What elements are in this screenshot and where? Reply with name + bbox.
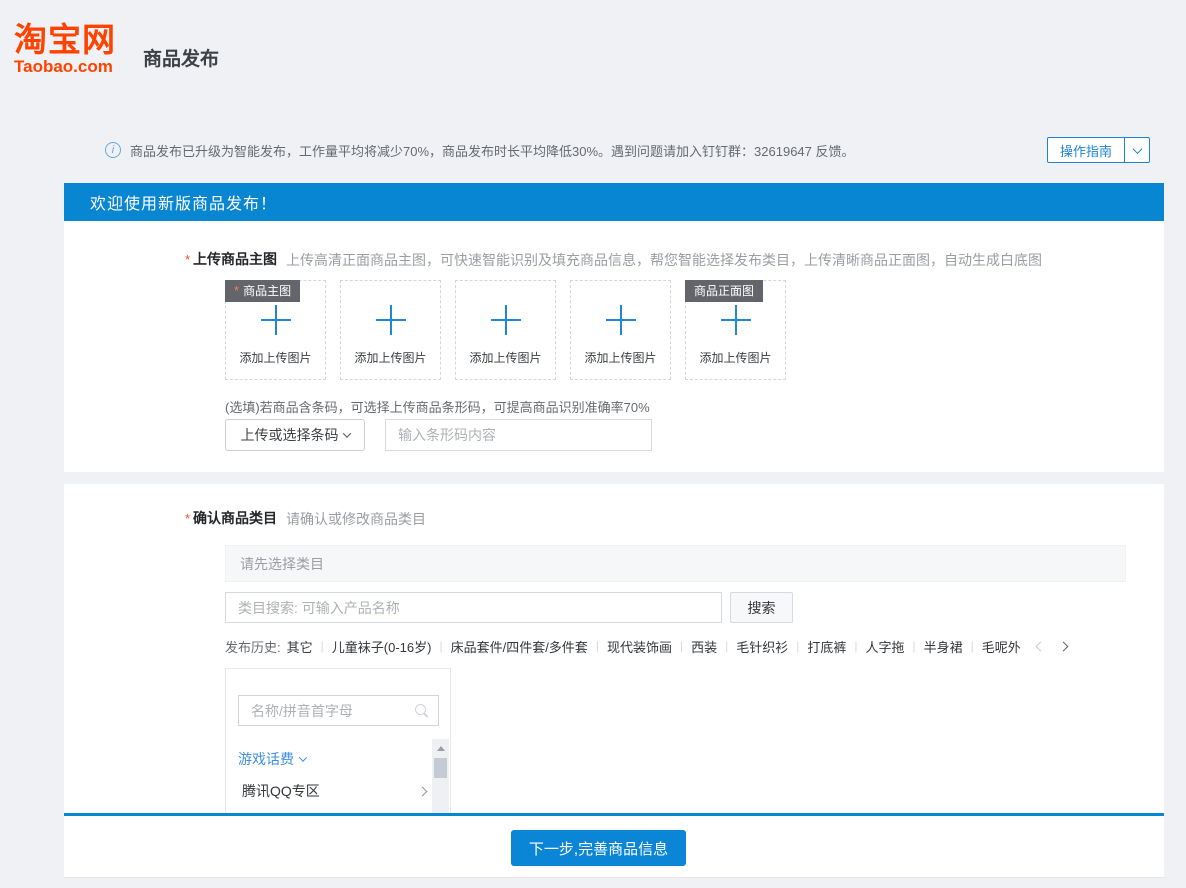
chevron-down-icon (342, 429, 350, 437)
upload-slot-2[interactable]: 添加上传图片 (340, 280, 441, 380)
triangle-up-icon (437, 746, 445, 751)
upload-slot-3[interactable]: 添加上传图片 (455, 280, 556, 380)
guide-button-label[interactable]: 操作指南 (1048, 138, 1124, 162)
barcode-input[interactable] (385, 419, 652, 451)
barcode-select-button[interactable]: 上传或选择条码 (225, 419, 365, 451)
chevron-left-icon[interactable] (1035, 641, 1045, 651)
category-search-button[interactable]: 搜索 (730, 592, 793, 623)
front-image-tag: 商品正面图 (685, 280, 763, 302)
category-group-game[interactable]: 游戏话费 (238, 749, 306, 769)
add-image-label: 添加上传图片 (354, 349, 426, 366)
plus-icon (261, 305, 291, 335)
upload-section-label: 上传商品主图 (193, 251, 277, 267)
picker-filter-box (238, 695, 439, 726)
history-item[interactable]: 床品套件/四件套/多件套 (451, 637, 588, 656)
chevron-down-icon (299, 753, 307, 761)
product-publish-page: 淘宝网 Taobao.com 商品发布 i 商品发布已升级为智能发布，工作量平均… (0, 0, 1186, 888)
publish-history: 发布历史: 其它 | 儿童袜子(0-16岁) | 床品套件/四件套/多件套 | 现代装… (225, 636, 1067, 656)
upload-section-label-wrap: *上传商品主图 (64, 249, 277, 269)
guide-button[interactable]: 操作指南 (1047, 137, 1150, 163)
info-icon: i (105, 142, 121, 158)
required-asterisk: * (185, 511, 190, 526)
history-separator: | (913, 639, 916, 653)
upload-main-image-section: *上传商品主图 上传高清正面商品主图，可快速智能识别及填充商品信息，帮您智能选择… (64, 221, 1164, 472)
add-image-label: 添加上传图片 (699, 349, 771, 366)
history-separator: | (971, 639, 974, 653)
upload-slot-main[interactable]: * 商品主图 添加上传图片 (225, 280, 326, 380)
footer-bar: 下一步,完善商品信息 (64, 813, 1164, 878)
plus-icon (491, 305, 521, 335)
category-search-input[interactable] (225, 592, 722, 623)
history-separator: | (854, 639, 857, 653)
add-image-label: 添加上传图片 (469, 349, 541, 366)
history-item[interactable]: 毛呢外 (982, 637, 1021, 656)
required-asterisk: * (234, 280, 239, 302)
chevron-down-icon (1132, 144, 1142, 154)
category-group-label: 游戏话费 (238, 749, 294, 769)
picker-filter-input[interactable] (251, 703, 414, 719)
history-item[interactable]: 其它 (287, 637, 313, 656)
history-separator: | (725, 639, 728, 653)
add-image-label: 添加上传图片 (239, 349, 311, 366)
category-search-row: 搜索 (225, 592, 793, 623)
history-item[interactable]: 儿童袜子(0-16岁) (332, 637, 432, 656)
history-separator: | (439, 639, 442, 653)
upload-slot-list: * 商品主图 添加上传图片 添加上传图片 添加上传图片 添加上传图片 商品正 (225, 280, 800, 380)
barcode-row: 上传或选择条码 (225, 419, 652, 451)
chevron-right-icon (418, 786, 428, 796)
welcome-banner: 欢迎使用新版商品发布！ (64, 183, 1164, 221)
history-separator: | (796, 639, 799, 653)
upload-slot-front[interactable]: 商品正面图 添加上传图片 (685, 280, 786, 380)
notice-text: 商品发布已升级为智能发布，工作量平均将减少70%，商品发布时长平均降低30%。遇… (130, 141, 855, 160)
history-item[interactable]: 人字拖 (866, 637, 905, 656)
taobao-logo[interactable]: 淘宝网 Taobao.com (14, 22, 144, 76)
notice-bar: i 商品发布已升级为智能发布，工作量平均将减少70%，商品发布时长平均降低30%… (64, 133, 1164, 167)
plus-icon (721, 305, 751, 335)
search-icon (414, 703, 430, 719)
upload-section-description: 上传高清正面商品主图，可快速智能识别及填充商品信息，帮您智能选择发布类目，上传清… (286, 250, 1042, 270)
front-image-tag-label: 商品正面图 (694, 280, 754, 302)
add-image-label: 添加上传图片 (584, 349, 656, 366)
scroll-thumb[interactable] (434, 758, 447, 778)
plus-icon (606, 305, 636, 335)
next-step-button[interactable]: 下一步,完善商品信息 (511, 830, 686, 866)
barcode-note: (选填)若商品含条码，可选择上传商品条形码，可提高商品识别准确率70% (225, 397, 650, 416)
category-section-label: 确认商品类目 (193, 510, 277, 526)
required-asterisk: * (185, 252, 190, 267)
history-item[interactable]: 现代装饰画 (607, 637, 672, 656)
plus-icon (376, 305, 406, 335)
category-section-description: 请确认或修改商品类目 (286, 509, 426, 529)
category-item-label: 腾讯QQ专区 (242, 781, 320, 801)
upload-slot-4[interactable]: 添加上传图片 (570, 280, 671, 380)
history-nav (1037, 643, 1067, 650)
publish-history-label: 发布历史: (225, 637, 281, 656)
history-item[interactable]: 半身裙 (924, 637, 963, 656)
category-section-label-wrap: *确认商品类目 (64, 508, 277, 528)
history-separator: | (680, 639, 683, 653)
scroll-up-button[interactable] (432, 739, 449, 757)
main-image-tag-label: 商品主图 (243, 280, 291, 302)
history-item[interactable]: 西装 (691, 637, 717, 656)
taobao-logo-cn: 淘宝网 (14, 22, 144, 58)
main-image-tag: * 商品主图 (225, 280, 300, 302)
history-item[interactable]: 打底裤 (807, 637, 846, 656)
taobao-logo-en: Taobao.com (14, 58, 144, 76)
selected-category-input[interactable] (225, 545, 1126, 582)
history-item[interactable]: 毛针织衫 (736, 637, 788, 656)
barcode-select-button-label: 上传或选择条码 (241, 425, 339, 445)
history-separator: | (596, 639, 599, 653)
category-item-qq[interactable]: 腾讯QQ专区 (242, 781, 426, 801)
history-separator: | (321, 639, 324, 653)
page-title: 商品发布 (143, 44, 219, 71)
confirm-category-section: *确认商品类目 请确认或修改商品类目 搜索 发布历史: 其它 | 儿童袜子(0-1… (64, 484, 1164, 814)
guide-dropdown-toggle[interactable] (1124, 138, 1149, 162)
chevron-right-icon[interactable] (1058, 641, 1068, 651)
welcome-banner-text: 欢迎使用新版商品发布！ (90, 190, 277, 214)
